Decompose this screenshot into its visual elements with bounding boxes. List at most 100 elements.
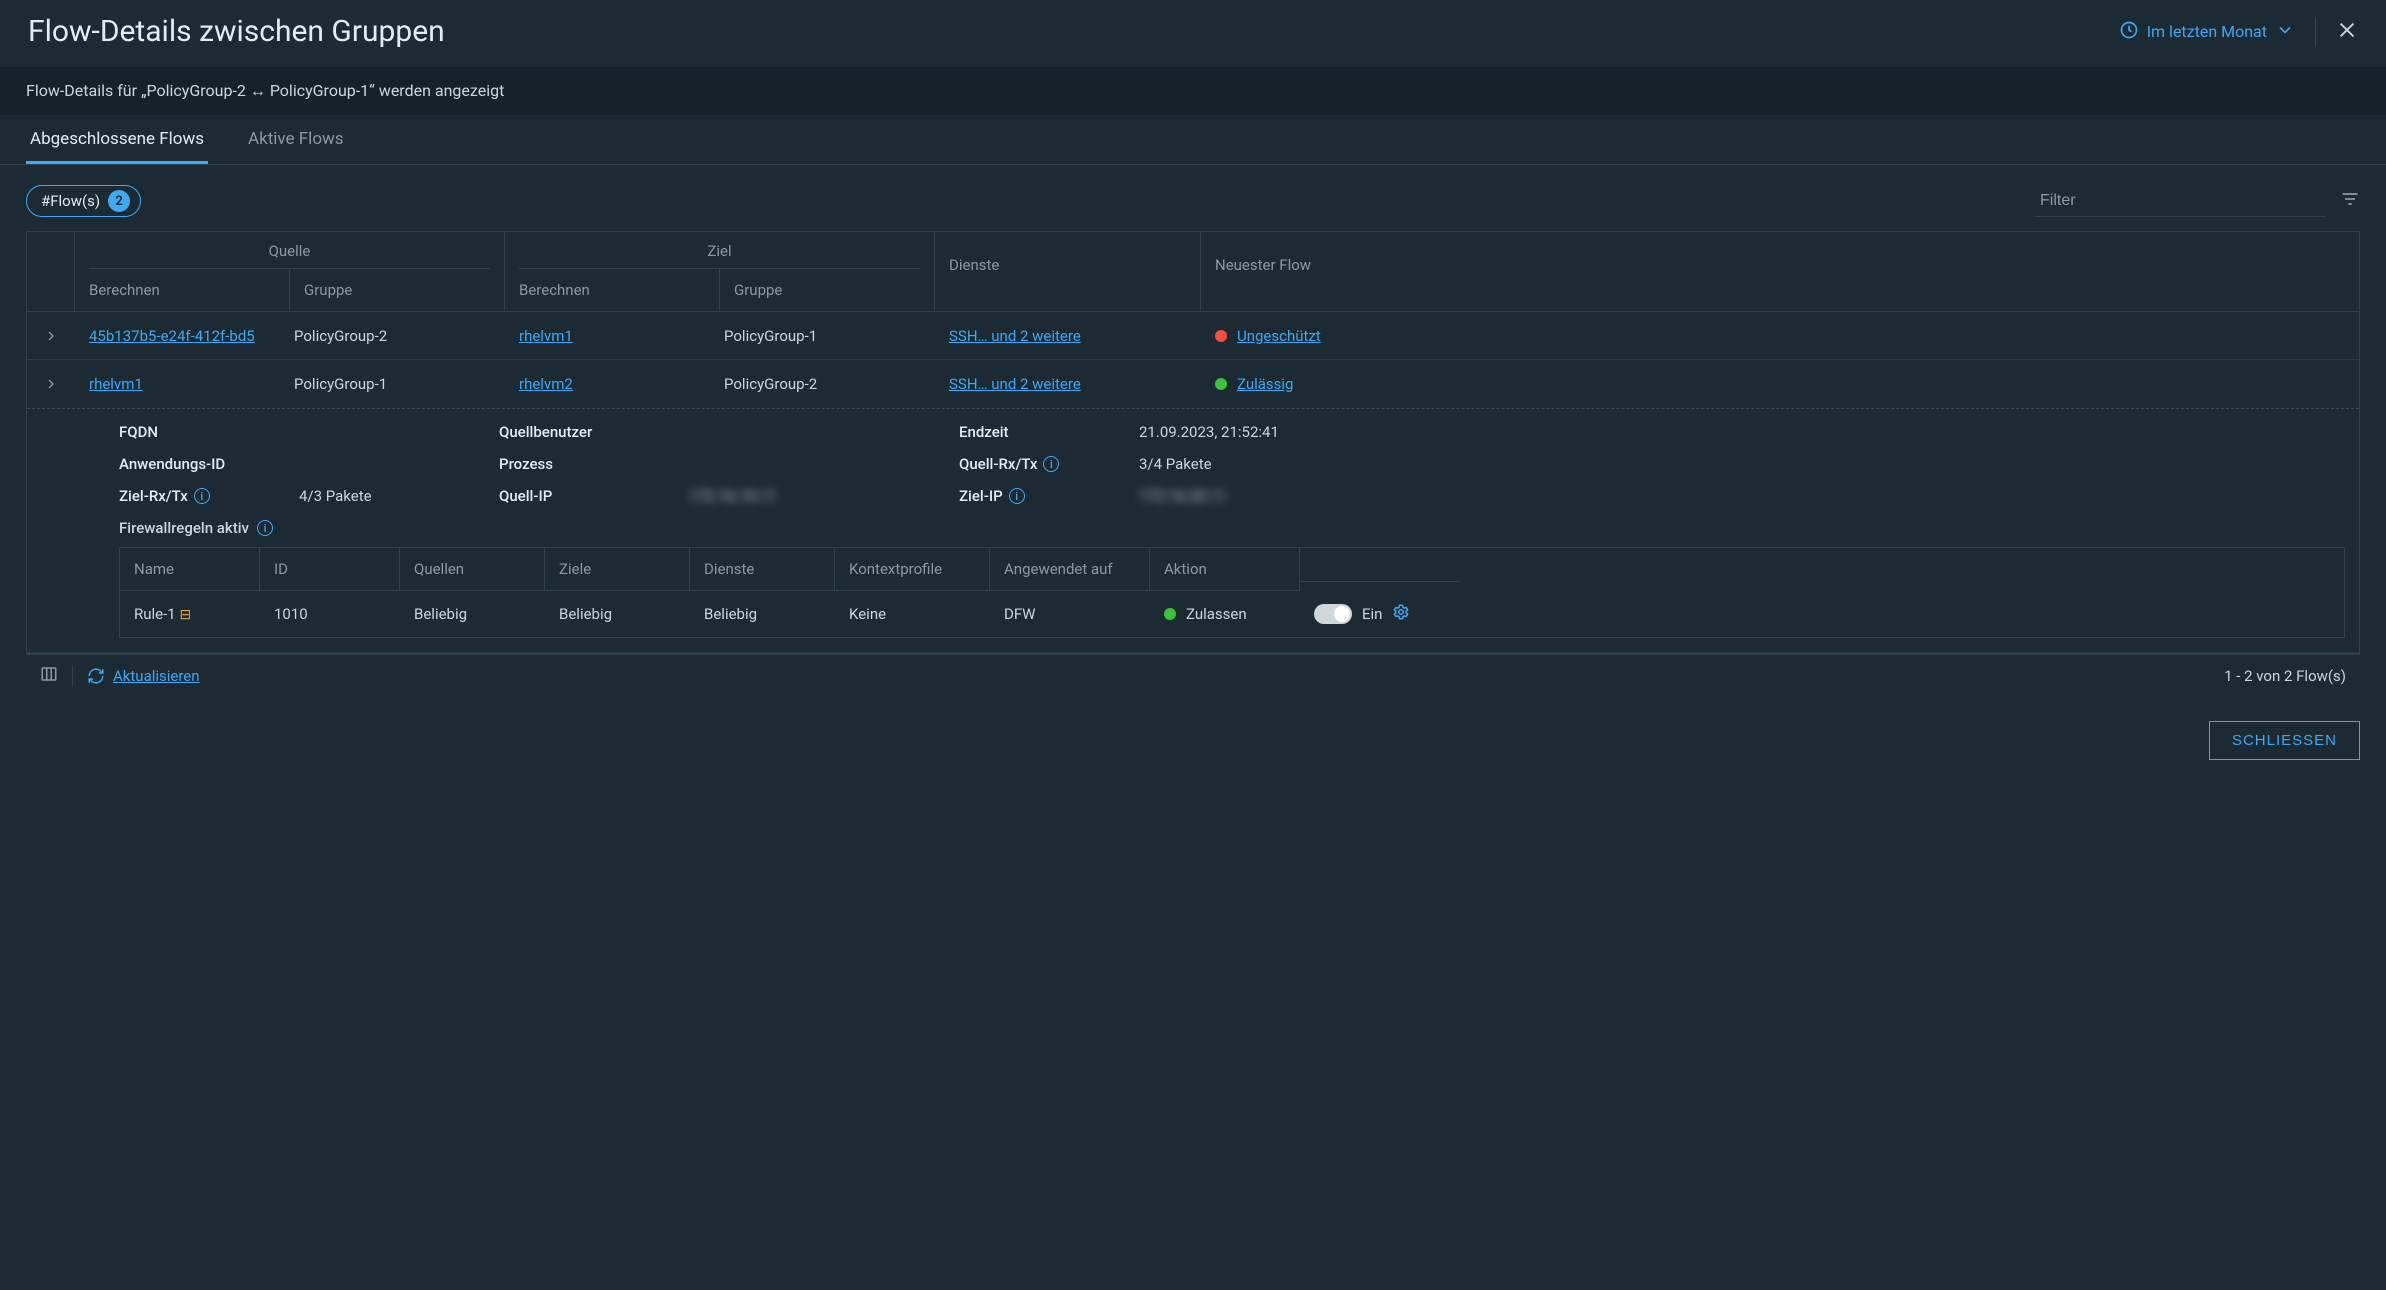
info-icon[interactable]: i bbox=[257, 520, 273, 536]
label-src-user: Quellbenutzer bbox=[499, 423, 679, 441]
status-dot bbox=[1215, 330, 1227, 342]
value-src-ip: 172.16.10.11 bbox=[689, 487, 949, 505]
time-range-picker[interactable]: Im letzten Monat bbox=[2119, 20, 2295, 44]
source-compute-link[interactable]: rhelvm1 bbox=[89, 375, 143, 393]
modal-header: Flow-Details zwischen Gruppen Im letzten… bbox=[0, 0, 2386, 67]
tab-completed-flows[interactable]: Abgeschlossene Flows bbox=[26, 115, 208, 164]
status-link[interactable]: Ungeschützt bbox=[1237, 327, 1321, 345]
value-end-time: 21.09.2023, 21:52:41 bbox=[1139, 423, 1339, 441]
refresh-label: Aktualisieren bbox=[113, 667, 200, 685]
services-link[interactable]: SSH… und 2 weitere bbox=[949, 327, 1081, 345]
col-source-title: Quelle bbox=[89, 242, 490, 269]
context-banner: Flow-Details für „PolicyGroup-2 ↔ Policy… bbox=[0, 67, 2386, 115]
fw-rule-action: Zulassen bbox=[1150, 593, 1300, 635]
filter-icon[interactable] bbox=[2340, 189, 2360, 213]
expand-toggle[interactable] bbox=[27, 364, 75, 404]
fw-col-sources[interactable]: Quellen bbox=[400, 548, 545, 591]
value-dst-ip: 172.16.20.11 bbox=[1139, 487, 1339, 505]
divider bbox=[2315, 17, 2316, 47]
status-dot bbox=[1164, 608, 1176, 620]
col-source-compute[interactable]: Berechnen bbox=[75, 269, 290, 311]
table-row: rhelvm1 PolicyGroup-1 rhelvm2 PolicyGrou… bbox=[27, 360, 2359, 408]
gear-icon[interactable] bbox=[1392, 603, 1410, 625]
firewall-rules-table: Name ID Quellen Ziele Dienste Kontextpro… bbox=[119, 547, 2345, 638]
table-row: 45b137b5-e24f-412f-bd5 PolicyGroup-2 rhe… bbox=[27, 312, 2359, 360]
toggle-label: Ein bbox=[1362, 605, 1382, 623]
firewall-rules-title: Firewallregeln aktiv i bbox=[119, 519, 2345, 537]
col-target-title: Ziel bbox=[519, 242, 920, 269]
label-dst-rxtx: Ziel-Rx/Txi bbox=[119, 487, 289, 505]
fw-rule-name: Rule-1 ⊟ bbox=[120, 593, 260, 635]
fw-header: Name ID Quellen Ziele Dienste Kontextpro… bbox=[120, 548, 2344, 591]
table-footer: Aktualisieren 1 - 2 von 2 Flow(s) bbox=[26, 654, 2360, 697]
target-group-value: PolicyGroup-2 bbox=[710, 363, 935, 405]
divider bbox=[72, 665, 73, 687]
col-source-group[interactable]: Gruppe bbox=[290, 269, 504, 311]
fw-col-applied[interactable]: Angewendet auf bbox=[990, 548, 1150, 591]
flows-table: Quelle Berechnen Gruppe Ziel Berechnen G… bbox=[26, 231, 2360, 654]
target-compute-link[interactable]: rhelvm1 bbox=[519, 327, 573, 345]
col-group-source: Quelle Berechnen Gruppe bbox=[75, 232, 505, 311]
flow-count-pill[interactable]: #Flow(s) 2 bbox=[26, 185, 141, 217]
info-icon[interactable]: i bbox=[194, 488, 210, 504]
column-toggle-button[interactable] bbox=[40, 665, 58, 687]
time-range-label: Im letzten Monat bbox=[2147, 22, 2267, 41]
fw-col-services[interactable]: Dienste bbox=[690, 548, 835, 591]
fw-rule-services: Beliebig bbox=[690, 593, 835, 635]
fw-rule-context: Keine bbox=[835, 593, 990, 635]
col-expand bbox=[27, 232, 75, 311]
table-header: Quelle Berechnen Gruppe Ziel Berechnen G… bbox=[27, 232, 2359, 312]
fw-col-toggle bbox=[1300, 557, 1460, 582]
info-icon[interactable]: i bbox=[1009, 488, 1025, 504]
col-latest[interactable]: Neuester Flow bbox=[1201, 232, 2359, 286]
label-src-ip: Quell-IP bbox=[499, 487, 679, 505]
fw-rule-id: 1010 bbox=[260, 593, 400, 635]
close-button[interactable] bbox=[2336, 19, 2358, 45]
fw-rule-targets: Beliebig bbox=[545, 593, 690, 635]
label-src-rxtx: Quell-Rx/Txi bbox=[959, 455, 1129, 473]
filter-area bbox=[2036, 186, 2360, 217]
rule-warning-icon: ⊟ bbox=[179, 607, 191, 623]
value-dst-rxtx: 4/3 Pakete bbox=[299, 487, 489, 505]
refresh-button[interactable]: Aktualisieren bbox=[87, 667, 200, 685]
fw-col-name[interactable]: Name bbox=[120, 548, 260, 591]
tab-active-flows[interactable]: Aktive Flows bbox=[244, 115, 348, 164]
services-link[interactable]: SSH… und 2 weitere bbox=[949, 375, 1081, 393]
status-link[interactable]: Zulässig bbox=[1237, 375, 1293, 393]
rule-enable-toggle[interactable] bbox=[1314, 604, 1352, 624]
close-modal-button[interactable]: SCHLIESSEN bbox=[2209, 721, 2360, 760]
target-compute-link[interactable]: rhelvm2 bbox=[519, 375, 573, 393]
source-group-value: PolicyGroup-2 bbox=[280, 315, 505, 357]
status-dot bbox=[1215, 378, 1227, 390]
header-right: Im letzten Monat bbox=[2119, 17, 2358, 47]
label-app-id: Anwendungs-ID bbox=[119, 455, 289, 473]
modal-actions: SCHLIESSEN bbox=[0, 697, 2386, 778]
col-services[interactable]: Dienste bbox=[935, 232, 1200, 286]
pagination-range: 1 - 2 von 2 Flow(s) bbox=[2224, 667, 2346, 685]
source-compute-link[interactable]: 45b137b5-e24f-412f-bd5 bbox=[89, 327, 255, 345]
clock-icon bbox=[2119, 20, 2139, 44]
fw-row: Rule-1 ⊟ 1010 Beliebig Beliebig Beliebig… bbox=[120, 591, 2344, 637]
fw-col-context[interactable]: Kontextprofile bbox=[835, 548, 990, 591]
col-group-target: Ziel Berechnen Gruppe bbox=[505, 232, 935, 311]
filter-bar: #Flow(s) 2 bbox=[0, 165, 2386, 231]
fw-rule-toggle-cell: Ein bbox=[1300, 591, 1460, 637]
fw-rule-sources: Beliebig bbox=[400, 593, 545, 635]
fw-col-targets[interactable]: Ziele bbox=[545, 548, 690, 591]
pill-count: 2 bbox=[108, 190, 130, 212]
label-end-time: Endzeit bbox=[959, 423, 1129, 441]
col-target-compute[interactable]: Berechnen bbox=[505, 269, 720, 311]
value-src-rxtx: 3/4 Pakete bbox=[1139, 455, 1339, 473]
source-group-value: PolicyGroup-1 bbox=[280, 363, 505, 405]
pill-label: #Flow(s) bbox=[41, 192, 100, 210]
fw-col-action[interactable]: Aktion bbox=[1150, 548, 1300, 591]
expand-toggle[interactable] bbox=[27, 316, 75, 356]
tabs: Abgeschlossene Flows Aktive Flows bbox=[0, 115, 2386, 165]
col-target-group[interactable]: Gruppe bbox=[720, 269, 934, 311]
col-latest-group: Neuester Flow bbox=[1201, 232, 2359, 311]
filter-input[interactable] bbox=[2036, 186, 2326, 217]
fw-rule-applied: DFW bbox=[990, 593, 1150, 635]
page-title: Flow-Details zwischen Gruppen bbox=[28, 14, 445, 49]
info-icon[interactable]: i bbox=[1043, 456, 1059, 472]
fw-col-id[interactable]: ID bbox=[260, 548, 400, 591]
